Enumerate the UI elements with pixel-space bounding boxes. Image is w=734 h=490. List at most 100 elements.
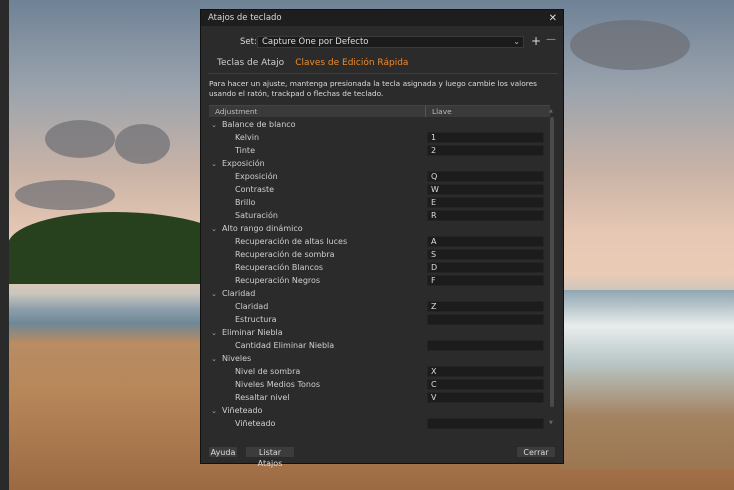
group-row[interactable]: ⌄ Balance de blanco — [209, 118, 550, 131]
table-row[interactable]: Estructura — [209, 313, 550, 326]
table-row[interactable]: Exposición Q — [209, 170, 550, 183]
group-label: Alto rango dinámico — [222, 224, 303, 233]
key-field[interactable]: R — [427, 210, 544, 221]
key-field[interactable] — [427, 314, 544, 325]
table-row[interactable]: Recuperación Blancos D — [209, 261, 550, 274]
tab-shortcut-keys[interactable]: Teclas de Atajo — [215, 58, 286, 68]
tab-divider — [208, 73, 558, 74]
adjustment-name: Estructura — [235, 315, 277, 324]
key-field[interactable]: Z — [427, 301, 544, 312]
set-select[interactable]: Capture One por Defecto ⌄ — [257, 36, 524, 48]
chevron-down-icon[interactable]: ⌄ — [209, 290, 219, 298]
table-row[interactable]: Viñeteado — [209, 417, 550, 430]
group-row[interactable]: ⌄ Alto rango dinámico — [209, 222, 550, 235]
table-row[interactable]: Nivel de sombra X — [209, 365, 550, 378]
adjustment-name: Contraste — [235, 185, 275, 194]
adjustment-name: Exposición — [235, 172, 278, 181]
key-field[interactable]: E — [427, 197, 544, 208]
adjustment-name: Recuperación Blancos — [235, 263, 324, 272]
column-header-key[interactable]: Llave — [425, 106, 550, 117]
set-label: Set: — [240, 37, 257, 47]
group-label: Exposición — [222, 159, 265, 168]
key-field[interactable]: X — [427, 366, 544, 377]
group-label: Balance de blanco — [222, 120, 296, 129]
add-set-button[interactable]: + — [531, 34, 541, 48]
adjustment-name: Resaltar nivel — [235, 393, 290, 402]
dialog-title: Atajos de teclado — [208, 13, 282, 23]
list-shortcuts-button[interactable]: Listar Atajos — [245, 446, 295, 468]
chevron-down-icon[interactable]: ⌄ — [209, 160, 219, 168]
chevron-down-icon[interactable]: ⌄ — [209, 225, 219, 233]
key-field[interactable]: D — [427, 262, 544, 273]
key-field[interactable]: C — [427, 379, 544, 390]
key-field[interactable]: 1 — [427, 132, 544, 143]
key-field[interactable]: Q — [427, 171, 544, 182]
table-row[interactable]: Claridad Z — [209, 300, 550, 313]
adjustment-name: Niveles Medios Tonos — [235, 380, 321, 389]
table-scrollbar[interactable]: ▲ ▼ — [549, 108, 555, 426]
adjustment-name: Nivel de sombra — [235, 367, 301, 376]
left-edge-strip — [0, 0, 9, 490]
chevron-down-icon[interactable]: ⌄ — [209, 355, 219, 363]
group-label: Viñeteado — [222, 406, 263, 415]
chevron-down-icon[interactable]: ⌄ — [209, 121, 219, 129]
help-button[interactable]: Ayuda — [208, 446, 238, 458]
key-field[interactable]: V — [427, 392, 544, 403]
remove-set-button[interactable]: — — [546, 34, 556, 45]
table-row[interactable]: Saturación R — [209, 209, 550, 222]
group-row[interactable]: ⌄ Niveles — [209, 352, 550, 365]
key-field[interactable]: 2 — [427, 145, 544, 156]
group-row[interactable]: ⌄ Claridad — [209, 287, 550, 300]
set-row: Set: Capture One por Defecto ⌄ + — — [201, 34, 563, 49]
chevron-down-icon: ⌄ — [513, 37, 520, 46]
table-row[interactable]: Recuperación de altas luces A — [209, 235, 550, 248]
scroll-down-icon[interactable]: ▼ — [549, 420, 553, 426]
group-row[interactable]: ⌄ Eliminar Niebla — [209, 326, 550, 339]
key-field[interactable]: S — [427, 249, 544, 260]
table-row[interactable]: Resaltar nivel V — [209, 391, 550, 404]
group-label: Claridad — [222, 289, 256, 298]
group-label: Eliminar Niebla — [222, 328, 283, 337]
adjustment-name: Brillo — [235, 198, 256, 207]
tab-bar: Teclas de Atajo Claves de Edición Rápida — [215, 58, 410, 68]
scroll-thumb[interactable] — [550, 117, 554, 407]
adjustment-name: Recuperación de sombra — [235, 250, 335, 259]
key-field[interactable]: A — [427, 236, 544, 247]
scroll-up-icon[interactable]: ▲ — [549, 108, 553, 114]
table-row[interactable]: Niveles Medios Tonos C — [209, 378, 550, 391]
table-row[interactable]: Cantidad Eliminar Niebla — [209, 339, 550, 352]
adjustment-name: Recuperación de altas luces — [235, 237, 348, 246]
table-rows: ⌄ Balance de blanco Kelvin 1 Tinte 2 ⌄ Exposici… — [209, 118, 550, 436]
set-select-value: Capture One por Defecto — [262, 37, 369, 47]
table-row[interactable]: Brillo E — [209, 196, 550, 209]
table-row[interactable]: Kelvin 1 — [209, 131, 550, 144]
adjustment-name: Viñeteado — [235, 419, 276, 428]
adjustment-name: Recuperación Negros — [235, 276, 321, 285]
group-row[interactable]: ⌄ Exposición — [209, 157, 550, 170]
adjustment-name: Cantidad Eliminar Niebla — [235, 341, 335, 350]
shortcuts-table: Adjustment Llave ⌄ Balance de blanco Kelvi… — [209, 105, 550, 435]
key-field[interactable]: F — [427, 275, 544, 286]
chevron-down-icon[interactable]: ⌄ — [209, 407, 219, 415]
close-button[interactable]: Cerrar — [516, 446, 556, 458]
table-header: Adjustment Llave — [209, 105, 550, 117]
key-field[interactable] — [427, 418, 544, 429]
chevron-down-icon[interactable]: ⌄ — [209, 329, 219, 337]
key-field[interactable]: W — [427, 184, 544, 195]
background-cloud — [15, 180, 115, 210]
adjustment-name: Claridad — [235, 302, 269, 311]
table-row[interactable]: Contraste W — [209, 183, 550, 196]
adjustment-name: Saturación — [235, 211, 278, 220]
table-row[interactable]: Recuperación Negros F — [209, 274, 550, 287]
column-header-adjustment[interactable]: Adjustment — [209, 106, 425, 117]
background-cloud — [115, 124, 170, 164]
tab-quick-edit-keys[interactable]: Claves de Edición Rápida — [293, 58, 410, 68]
table-row[interactable]: Recuperación de sombra S — [209, 248, 550, 261]
group-row[interactable]: ⌄ Viñeteado — [209, 404, 550, 417]
background-shore — [560, 290, 734, 470]
key-field[interactable] — [427, 340, 544, 351]
table-row[interactable]: Tinte 2 — [209, 144, 550, 157]
close-icon[interactable]: ✕ — [549, 13, 557, 24]
background-cloud — [570, 20, 690, 70]
description-text: Para hacer un ajuste, mantenga presionad… — [209, 79, 537, 98]
